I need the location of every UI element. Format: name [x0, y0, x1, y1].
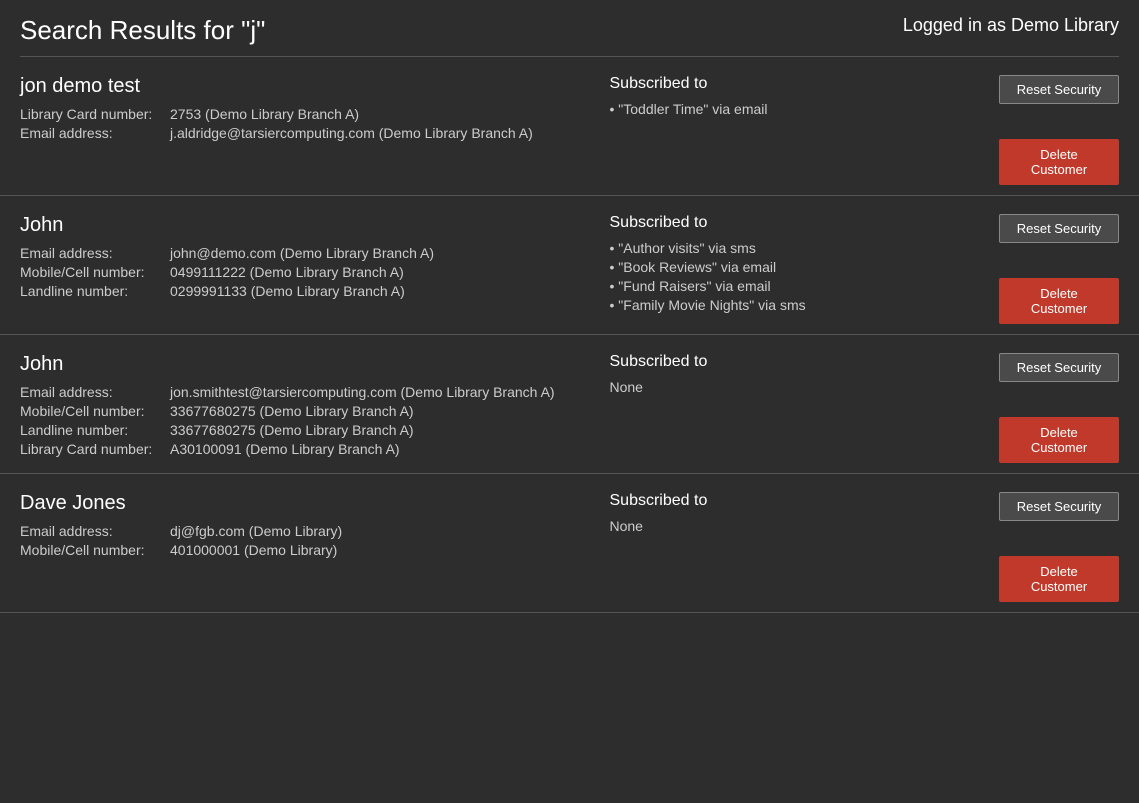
info-value-3-0: dj@fgb.com (Demo Library): [170, 523, 342, 539]
info-label-0-0: Library Card number:: [20, 106, 170, 122]
info-label-3-0: Email address:: [20, 523, 170, 539]
info-line-1-0: Email address:john@demo.com (Demo Librar…: [20, 245, 560, 261]
subscriptions-title-2: Subscribed to: [610, 353, 950, 371]
info-line-0-0: Library Card number:2753 (Demo Library B…: [20, 106, 560, 122]
subscriptions-title-3: Subscribed to: [610, 492, 950, 510]
customer-section-2: John Email address:jon.smithtest@tarsierc…: [0, 335, 1139, 474]
info-label-3-1: Mobile/Cell number:: [20, 542, 170, 558]
info-value-0-0: 2753 (Demo Library Branch A): [170, 106, 359, 122]
delete-customer-button-3[interactable]: Delete Customer: [999, 556, 1119, 602]
info-label-1-0: Email address:: [20, 245, 170, 261]
subscription-none-2: None: [610, 379, 950, 395]
subscriptions-2: Subscribed to None: [610, 353, 950, 395]
subscription-item-1-1: "Book Reviews" via email: [610, 259, 950, 275]
subscription-item-1-2: "Fund Raisers" via email: [610, 278, 950, 294]
info-value-2-3: A30100091 (Demo Library Branch A): [170, 441, 400, 457]
customer-info-1: John Email address:john@demo.com (Demo Li…: [20, 214, 560, 302]
info-line-0-1: Email address:j.aldridge@tarsiercomputin…: [20, 125, 560, 141]
info-line-2-1: Mobile/Cell number:33677680275 (Demo Lib…: [20, 403, 560, 419]
info-line-2-0: Email address:jon.smithtest@tarsiercompu…: [20, 384, 560, 400]
customer-info-3: Dave Jones Email address:dj@fgb.com (Demo…: [20, 492, 560, 561]
customer-name-0: jon demo test: [20, 75, 560, 98]
info-label-2-1: Mobile/Cell number:: [20, 403, 170, 419]
customer-name-2: John: [20, 353, 560, 376]
customer-info-2: John Email address:jon.smithtest@tarsierc…: [20, 353, 560, 460]
customers-list: jon demo testLibrary Card number:2753 (D…: [0, 57, 1139, 613]
delete-customer-button-1[interactable]: Delete Customer: [999, 278, 1119, 324]
info-value-0-1: j.aldridge@tarsiercomputing.com (Demo Li…: [170, 125, 533, 141]
customer-row-0: jon demo test Library Card number:2753 (D…: [20, 75, 1119, 185]
info-line-1-2: Landline number:0299991133 (Demo Library…: [20, 283, 560, 299]
delete-customer-button-0[interactable]: Delete Customer: [999, 139, 1119, 185]
page-header: Search Results for "j" Logged in as Demo…: [0, 0, 1139, 56]
info-value-2-2: 33677680275 (Demo Library Branch A): [170, 422, 414, 438]
info-value-1-0: john@demo.com (Demo Library Branch A): [170, 245, 434, 261]
page-title: Search Results for "j": [20, 15, 265, 46]
customer-info-0: jon demo test Library Card number:2753 (D…: [20, 75, 560, 144]
customer-row-3: Dave Jones Email address:dj@fgb.com (Demo…: [20, 492, 1119, 602]
subscription-item-1-3: "Family Movie Nights" via sms: [610, 297, 950, 313]
reset-security-button-1[interactable]: Reset Security: [999, 214, 1119, 243]
info-label-1-2: Landline number:: [20, 283, 170, 299]
info-label-2-0: Email address:: [20, 384, 170, 400]
subscription-item-1-0: "Author visits" via sms: [610, 240, 950, 256]
info-label-2-3: Library Card number:: [20, 441, 170, 457]
customer-actions-2: Reset Security Delete Customer: [999, 353, 1119, 463]
customer-section-3: Dave Jones Email address:dj@fgb.com (Demo…: [0, 474, 1139, 613]
customer-actions-0: Reset Security Delete Customer: [999, 75, 1119, 185]
subscription-item-0-0: "Toddler Time" via email: [610, 101, 950, 117]
info-line-2-2: Landline number:33677680275 (Demo Librar…: [20, 422, 560, 438]
info-value-2-1: 33677680275 (Demo Library Branch A): [170, 403, 414, 419]
subscriptions-1: Subscribed to "Author visits" via sms "Boo…: [610, 214, 950, 316]
info-line-2-3: Library Card number:A30100091 (Demo Libr…: [20, 441, 560, 457]
customer-name-3: Dave Jones: [20, 492, 560, 515]
subscriptions-title-0: Subscribed to: [610, 75, 950, 93]
subscriptions-title-1: Subscribed to: [610, 214, 950, 232]
info-label-0-1: Email address:: [20, 125, 170, 141]
customer-section-1: John Email address:john@demo.com (Demo Li…: [0, 196, 1139, 335]
customer-actions-1: Reset Security Delete Customer: [999, 214, 1119, 324]
reset-security-button-0[interactable]: Reset Security: [999, 75, 1119, 104]
reset-security-button-2[interactable]: Reset Security: [999, 353, 1119, 382]
info-value-1-2: 0299991133 (Demo Library Branch A): [170, 283, 405, 299]
info-value-3-1: 401000001 (Demo Library): [170, 542, 337, 558]
customer-section-0: jon demo test Library Card number:2753 (D…: [0, 57, 1139, 196]
info-value-1-1: 0499111222 (Demo Library Branch A): [170, 264, 404, 280]
info-line-3-0: Email address:dj@fgb.com (Demo Library): [20, 523, 560, 539]
customer-name-1: John: [20, 214, 560, 237]
customer-row-2: John Email address:jon.smithtest@tarsierc…: [20, 353, 1119, 463]
info-line-1-1: Mobile/Cell number:0499111222 (Demo Libr…: [20, 264, 560, 280]
info-label-2-2: Landline number:: [20, 422, 170, 438]
subscriptions-0: Subscribed to "Toddler Time" via email: [610, 75, 950, 120]
customer-row-1: John Email address:john@demo.com (Demo Li…: [20, 214, 1119, 324]
info-value-2-0: jon.smithtest@tarsiercomputing.com (Demo…: [170, 384, 555, 400]
reset-security-button-3[interactable]: Reset Security: [999, 492, 1119, 521]
info-line-3-1: Mobile/Cell number:401000001 (Demo Libra…: [20, 542, 560, 558]
customer-actions-3: Reset Security Delete Customer: [999, 492, 1119, 602]
info-label-1-1: Mobile/Cell number:: [20, 264, 170, 280]
subscriptions-3: Subscribed to None: [610, 492, 950, 534]
logged-in-label: Logged in as Demo Library: [903, 15, 1119, 36]
subscription-none-3: None: [610, 518, 950, 534]
delete-customer-button-2[interactable]: Delete Customer: [999, 417, 1119, 463]
